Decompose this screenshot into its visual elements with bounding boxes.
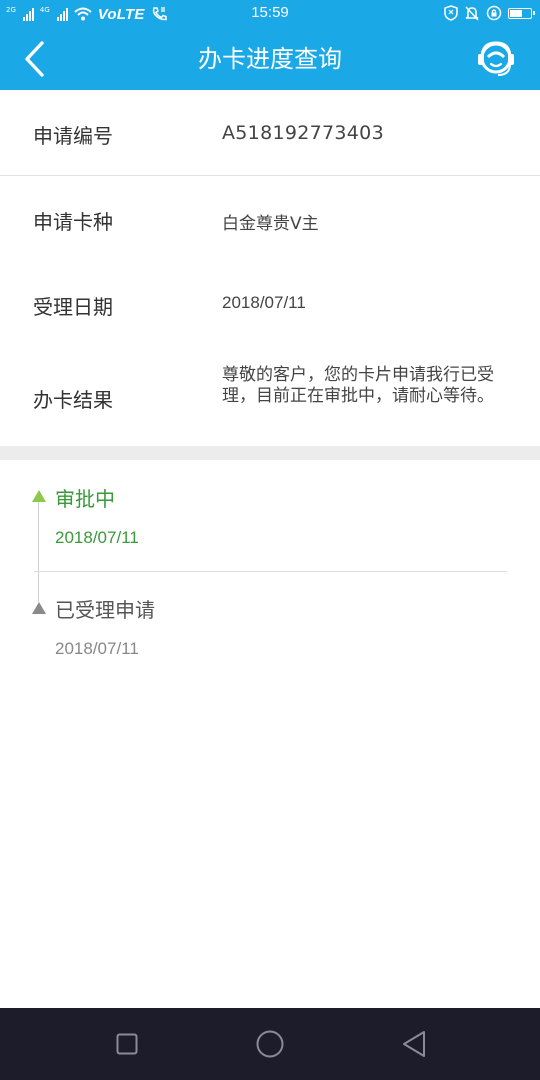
timeline-line <box>38 502 39 602</box>
application-number-label: 申请编号 <box>33 124 113 148</box>
page-title: 办卡进度查询 <box>198 45 342 73</box>
accept-date-label: 受理日期 <box>33 295 113 319</box>
card-result-label: 办卡结果 <box>33 388 113 412</box>
current-step-triangle-icon <box>32 490 46 502</box>
card-type-value: 白金尊贵V主 <box>222 214 319 234</box>
timeline-step-date: 2018/07/11 <box>55 639 139 658</box>
application-number-row: 申请编号 A518192773403 <box>0 90 540 176</box>
status-right <box>444 5 535 21</box>
notification-muted-icon <box>465 6 479 21</box>
battery-icon <box>508 7 535 19</box>
status-bar: 2G 4G VoLTE 15:59 <box>0 0 540 28</box>
customer-service-button[interactable] <box>474 37 518 81</box>
system-nav-bar <box>0 1008 540 1080</box>
application-number-value: A518192773403 <box>222 122 384 144</box>
timeline-divider <box>34 571 507 572</box>
accept-date-value: 2018/07/11 <box>222 293 306 312</box>
section-separator <box>0 446 540 460</box>
customer-service-icon <box>478 41 514 76</box>
card-type-label: 申请卡种 <box>33 210 113 234</box>
square-icon <box>116 1033 138 1055</box>
timeline-step-title: 已受理申请 <box>55 598 155 622</box>
rotation-lock-icon <box>486 5 502 21</box>
system-back-button[interactable] <box>394 1028 434 1060</box>
accept-date-row: 受理日期 2018/07/11 <box>0 262 540 348</box>
triangle-back-icon <box>403 1031 425 1057</box>
title-bar: 办卡进度查询 <box>0 28 540 90</box>
circle-icon <box>256 1030 284 1058</box>
recent-apps-button[interactable] <box>107 1028 147 1060</box>
timeline-step-date: 2018/07/11 <box>55 528 139 547</box>
home-button[interactable] <box>250 1028 290 1060</box>
shield-icon <box>444 5 458 21</box>
card-result-value: 尊敬的客户，您的卡片申请我行已受理，目前正在审批中，请耐心等待。 <box>222 365 494 406</box>
timeline-step-title: 审批中 <box>55 487 115 511</box>
done-step-triangle-icon <box>32 602 46 614</box>
card-type-row: 申请卡种 白金尊贵V主 <box>0 176 540 262</box>
card-result-row: 办卡结果 尊敬的客户，您的卡片申请我行已受理，目前正在审批中，请耐心等待。 <box>0 348 540 446</box>
